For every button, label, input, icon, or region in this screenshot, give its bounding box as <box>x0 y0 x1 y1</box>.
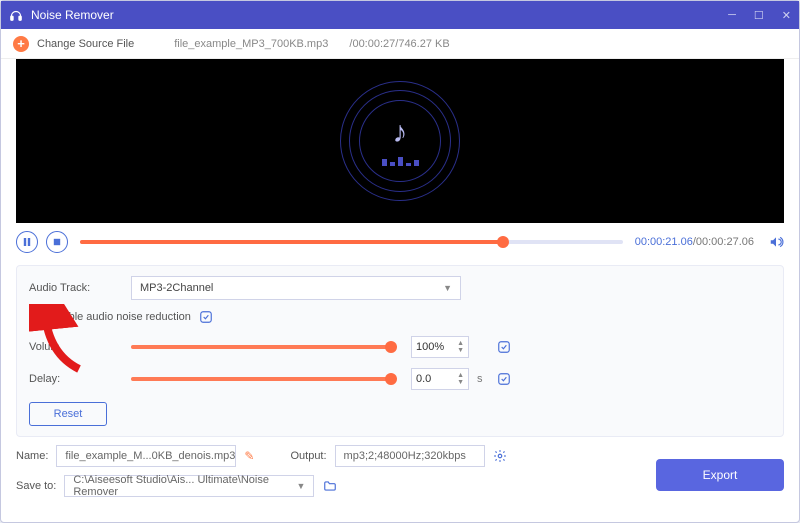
volume-slider-thumb[interactable] <box>385 341 397 353</box>
window-controls: ─ ☐ ✕ <box>728 9 791 22</box>
delay-unit: s <box>477 373 487 385</box>
chevron-down-icon: ▼ <box>296 481 305 491</box>
name-field: file_example_M...0KB_denois.mp3 <box>56 445 236 467</box>
delay-slider[interactable] <box>131 377 391 381</box>
app-window: Noise Remover ─ ☐ ✕ + Change Source File… <box>0 0 800 523</box>
bottom-section: Name: file_example_M...0KB_denois.mp3 ✎ … <box>1 437 799 515</box>
audio-track-value: MP3-2Channel <box>140 282 213 294</box>
name-label: Name: <box>16 450 48 462</box>
saveto-value: C:\Aiseesoft Studio\Ais... Ultimate\Nois… <box>73 474 296 498</box>
volume-up-icon[interactable]: ▲ <box>457 340 464 347</box>
audio-track-select[interactable]: MP3-2Channel ▼ <box>131 276 461 300</box>
progress-thumb[interactable] <box>497 236 509 248</box>
add-file-button[interactable]: + <box>13 36 29 52</box>
volume-spinner[interactable]: 100% ▲▼ <box>411 336 469 358</box>
delay-spinner[interactable]: 0.0 ▲▼ <box>411 368 469 390</box>
music-note-icon: ♪ <box>393 116 408 150</box>
maximize-button[interactable]: ☐ <box>754 9 764 22</box>
saveto-select[interactable]: C:\Aiseesoft Studio\Ais... Ultimate\Nois… <box>64 475 314 497</box>
noise-reduction-row: Enable audio noise reduction <box>29 310 771 324</box>
delay-label: Delay: <box>29 373 99 385</box>
player-controls: 00:00:21.06/00:00:27.06 <box>1 223 799 261</box>
enable-noise-checkbox[interactable] <box>29 310 43 324</box>
edit-name-icon[interactable]: ✎ <box>244 449 254 463</box>
delay-reset-icon[interactable] <box>497 372 511 386</box>
change-source-link[interactable]: Change Source File <box>37 38 134 50</box>
app-icon <box>9 7 25 23</box>
reset-button[interactable]: Reset <box>29 402 107 426</box>
enable-noise-label: Enable audio noise reduction <box>49 311 191 323</box>
saveto-label: Save to: <box>16 480 56 492</box>
settings-panel: Audio Track: MP3-2Channel ▼ Enable audio… <box>16 265 784 437</box>
open-folder-icon[interactable] <box>322 479 338 493</box>
pause-button[interactable] <box>16 231 38 253</box>
delay-row: Delay: 0.0 ▲▼ s <box>29 368 771 390</box>
delay-slider-thumb[interactable] <box>385 373 397 385</box>
close-button[interactable]: ✕ <box>782 9 791 22</box>
app-title: Noise Remover <box>31 8 728 22</box>
name-value: file_example_M...0KB_denois.mp3 <box>65 450 235 462</box>
file-meta-text: /00:00:27/746.27 KB <box>349 38 449 50</box>
equalizer-icon <box>382 156 419 166</box>
preview-area: ♪ <box>16 59 784 223</box>
delay-value: 0.0 <box>416 373 431 385</box>
output-settings-icon[interactable] <box>493 449 507 463</box>
volume-slider[interactable] <box>131 345 391 349</box>
progress-fill <box>80 240 503 244</box>
output-value: mp3;2;48000Hz;320kbps <box>344 450 466 462</box>
output-label: Output: <box>290 450 326 462</box>
export-button[interactable]: Export <box>656 459 784 491</box>
music-visualizer: ♪ <box>340 81 460 201</box>
file-info: file_example_MP3_700KB.mp3 /00:00:27/746… <box>174 38 467 50</box>
file-name-text: file_example_MP3_700KB.mp3 <box>174 38 328 50</box>
volume-row: Volum 100% ▲▼ <box>29 336 771 358</box>
time-display: 00:00:21.06/00:00:27.06 <box>635 236 754 248</box>
volume-down-icon[interactable]: ▼ <box>457 347 464 354</box>
volume-icon[interactable] <box>768 235 784 249</box>
current-time: 00:00:21.06 <box>635 236 693 248</box>
delay-down-icon[interactable]: ▼ <box>457 379 464 386</box>
volume-reset-icon[interactable] <box>497 340 511 354</box>
minimize-button[interactable]: ─ <box>728 9 736 22</box>
stop-button[interactable] <box>46 231 68 253</box>
output-field: mp3;2;48000Hz;320kbps <box>335 445 485 467</box>
titlebar: Noise Remover ─ ☐ ✕ <box>1 1 799 29</box>
noise-settings-icon[interactable] <box>199 310 213 324</box>
total-time: /00:00:27.06 <box>693 236 754 248</box>
toolbar: + Change Source File file_example_MP3_70… <box>1 29 799 59</box>
audio-track-label: Audio Track: <box>29 282 99 294</box>
volume-label: Volum <box>29 341 99 353</box>
delay-up-icon[interactable]: ▲ <box>457 372 464 379</box>
progress-track[interactable] <box>80 240 623 244</box>
volume-value: 100% <box>416 341 444 353</box>
audio-track-row: Audio Track: MP3-2Channel ▼ <box>29 276 771 300</box>
chevron-down-icon: ▼ <box>443 283 452 293</box>
